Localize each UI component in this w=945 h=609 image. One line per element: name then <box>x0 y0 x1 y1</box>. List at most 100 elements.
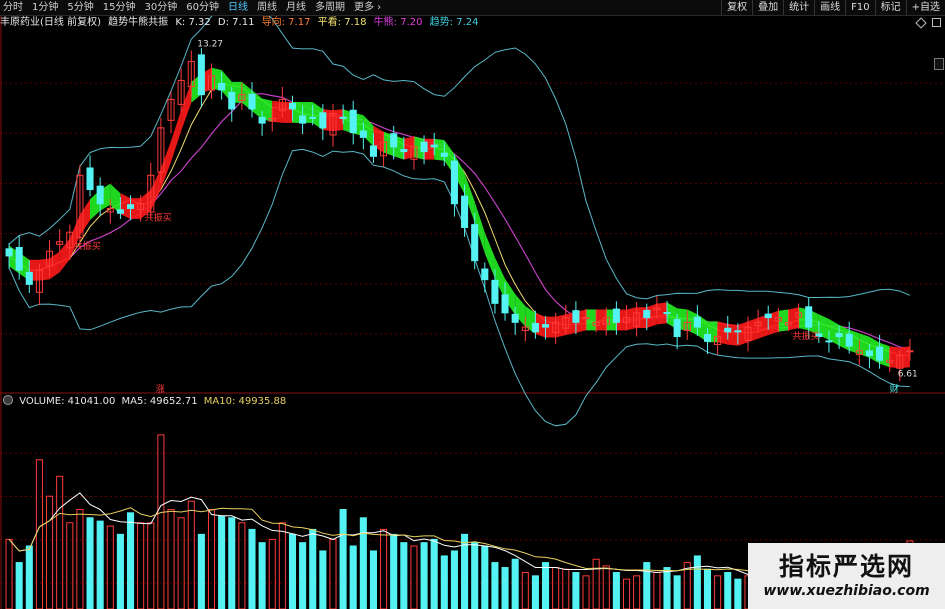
low-price-label: 6.61 <box>898 370 918 380</box>
indicator-header: 丰原药业(日线 前复权) 趋势牛熊共振 K: 7.32 D: 7.11 导向: … <box>0 16 483 30</box>
toolbar-button-0[interactable]: 复权 <box>721 0 752 15</box>
bull-band <box>59 238 70 273</box>
maximize-icon[interactable] <box>932 18 941 27</box>
bear-band <box>434 138 445 161</box>
bull-band <box>403 136 414 160</box>
volume-bar <box>450 550 458 609</box>
tab-0[interactable]: 分时 <box>3 0 23 15</box>
tab-8[interactable]: 月线 <box>286 0 306 15</box>
period-toolbar: 分时 1分钟 5分钟 15分钟 30分钟 60分钟 日线 周线 月线 多周期 更多 › 复权 叠加 统计… <box>0 0 945 16</box>
tab-7[interactable]: 周线 <box>257 0 277 15</box>
settings-icon[interactable] <box>3 395 13 405</box>
tab-4[interactable]: 30分钟 <box>144 0 177 15</box>
volume-bar <box>491 562 499 609</box>
candle-body <box>511 313 519 323</box>
bull-band <box>272 100 283 123</box>
volume-bar <box>390 533 398 609</box>
toolbar-button-6[interactable]: +自选 <box>905 0 945 15</box>
candle-body <box>805 306 813 328</box>
volume-bar <box>602 565 610 609</box>
toolbar-button-1[interactable]: 叠加 <box>752 0 783 15</box>
buy-signal-label: 共振买 <box>74 240 101 252</box>
candle-body <box>369 145 377 157</box>
volume-bar <box>734 578 742 609</box>
toolbar-button-3[interactable]: 画线 <box>814 0 845 15</box>
candle-body <box>288 102 297 110</box>
volume-bar <box>582 575 590 609</box>
volume-bar <box>278 522 286 609</box>
candle-body <box>461 195 469 228</box>
volume-bar <box>197 533 205 609</box>
volume-bar <box>187 500 195 609</box>
volume-bar <box>592 558 600 609</box>
volume-bar <box>319 550 327 609</box>
volume-bar <box>380 528 388 609</box>
bull-band <box>899 346 910 369</box>
buy-signal-label: 共振买 <box>792 330 819 342</box>
price-volume-chart[interactable]: 13.276.61共振买共振买共振买涨财 <box>0 0 945 609</box>
tab-1[interactable]: 1分钟 <box>32 0 58 15</box>
candle-body <box>218 82 226 91</box>
flat-value: 平看: 7.18 <box>317 17 367 28</box>
d-value: D: 7.11 <box>217 17 255 28</box>
volume-bar <box>46 495 54 609</box>
volume-bar <box>228 517 236 609</box>
candle-body <box>673 319 681 338</box>
candle-body <box>15 246 23 271</box>
bull-band <box>717 321 728 345</box>
indicator-name[interactable]: 趋势牛熊共振 <box>108 17 168 28</box>
volume-bar <box>248 528 256 609</box>
tab-5[interactable]: 60分钟 <box>186 0 219 15</box>
candle-body <box>582 317 590 320</box>
candle-body <box>390 133 398 148</box>
bull-band <box>181 81 192 132</box>
candle-body <box>865 350 873 357</box>
volume-bar <box>137 522 145 609</box>
bull-band <box>39 258 50 281</box>
volume-bar <box>471 542 479 609</box>
guide-value: 导向: 7.17 <box>261 17 311 28</box>
volume-bar <box>562 568 570 609</box>
toolbar-button-4[interactable]: F10 <box>845 0 874 15</box>
candle-body <box>542 324 550 328</box>
bull-band <box>748 317 759 343</box>
volume-bar <box>521 572 529 609</box>
bollinger-lower-line <box>8 148 910 427</box>
tab-9[interactable]: 多周期 <box>315 0 345 15</box>
candle-body <box>450 160 458 205</box>
volume-bar <box>299 542 307 609</box>
volume-bar <box>481 545 489 609</box>
volume-bar <box>369 550 377 609</box>
volume-bar <box>86 517 94 609</box>
period-tabs: 分时 1分钟 5分钟 15分钟 30分钟 60分钟 日线 周线 月线 多周期 更多 › <box>3 0 390 15</box>
candle-body <box>420 141 428 153</box>
side-scroll-handle[interactable] <box>934 58 944 70</box>
volume-bar <box>268 538 276 609</box>
candle-body <box>349 109 357 134</box>
volume-bar <box>218 515 226 609</box>
candle-body <box>96 185 104 205</box>
toolbar-button-2[interactable]: 统计 <box>783 0 814 15</box>
volume-bar <box>207 509 216 609</box>
bull-band <box>727 323 738 346</box>
tab-2[interactable]: 5分钟 <box>67 0 93 15</box>
candle-body <box>400 149 408 153</box>
bollinger-upper-line <box>8 0 911 300</box>
tab-10[interactable]: 更多 › <box>354 0 381 15</box>
candle-body <box>116 209 124 214</box>
ma10-value: MA10: 49935.88 <box>203 396 287 407</box>
volume-bar <box>714 575 722 609</box>
bull-band <box>788 307 799 331</box>
volume-bar <box>66 522 74 609</box>
volume-bar <box>400 542 408 609</box>
candle-body <box>248 93 256 110</box>
candle-body <box>359 130 367 138</box>
toolbar-button-5[interactable]: 标记 <box>874 0 906 15</box>
volume-bar <box>612 572 620 609</box>
bull-band <box>150 168 161 211</box>
volume-bar <box>147 522 155 609</box>
tab-3[interactable]: 15分钟 <box>103 0 136 15</box>
candle-body <box>228 91 236 110</box>
tab-6[interactable]: 日线 <box>228 0 248 15</box>
volume-bar <box>703 568 712 609</box>
